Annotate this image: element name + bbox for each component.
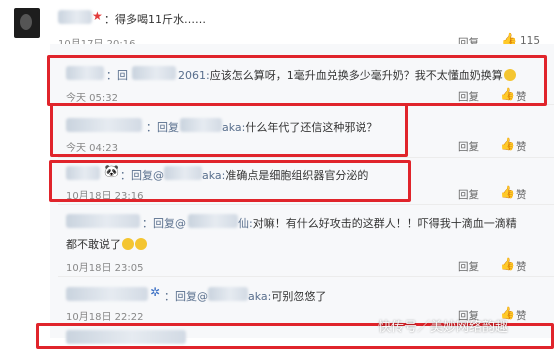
mention-blurred[interactable] [208,287,248,301]
highlight-box [49,160,411,202]
reply-mention-suffix[interactable]: 仙: [238,217,253,230]
comment-text: ：得多喝11斤水…… [104,13,206,26]
like-button[interactable]: 赞 [516,308,527,323]
reply-line: 仙:对嘛！有什么好攻击的这群人！！吓得我十滴血一滴精 [238,215,517,231]
watermark: 快传号／美妙网络韵趣 [378,320,509,335]
mention-blurred[interactable] [188,214,238,228]
reply-prefix: ：回复@ [142,217,186,230]
like-button[interactable]: 赞 [516,139,527,154]
reply-text: 可别忽悠了 [271,290,327,303]
like-icon[interactable]: 👍 [500,257,515,271]
emoji-icon [122,238,134,250]
username-blurred[interactable] [66,287,148,301]
reply-button[interactable]: 回复 [458,187,479,202]
reply-button[interactable]: 回复 [458,259,479,274]
like-button[interactable]: 赞 [516,259,527,274]
reply-text: 对嘛！有什么好攻击的这群人！！吓得我十滴血一滴精 [252,217,517,230]
red-star-icon: ★ [92,9,103,23]
avatar[interactable] [14,8,40,38]
username-blurred[interactable] [58,10,92,24]
like-icon[interactable]: 👍 [500,137,515,151]
reply-button[interactable]: 回复 [458,139,479,154]
like-button[interactable]: 赞 [516,187,527,202]
emoji-icon [135,238,147,250]
divider [58,276,554,277]
highlight-box [50,103,408,157]
reply-line-continued: 都不敢说了 [66,236,147,252]
badge-icon: ✲ [150,285,161,299]
reply-prefix: ：回复@ [164,290,208,303]
divider [58,157,554,158]
highlight-box [47,55,547,106]
username-blurred[interactable] [66,214,140,228]
like-icon[interactable]: 👍 [500,185,515,199]
divider [58,204,554,205]
reply-time: 10月18日 22:22 [66,312,144,323]
reply-mention-suffix[interactable]: aka: [248,290,271,303]
reply-text-continued: 都不敢说了 [66,238,121,251]
reply-time: 10月18日 23:05 [66,263,144,274]
reply-line: aka:可别忽悠了 [248,288,326,304]
